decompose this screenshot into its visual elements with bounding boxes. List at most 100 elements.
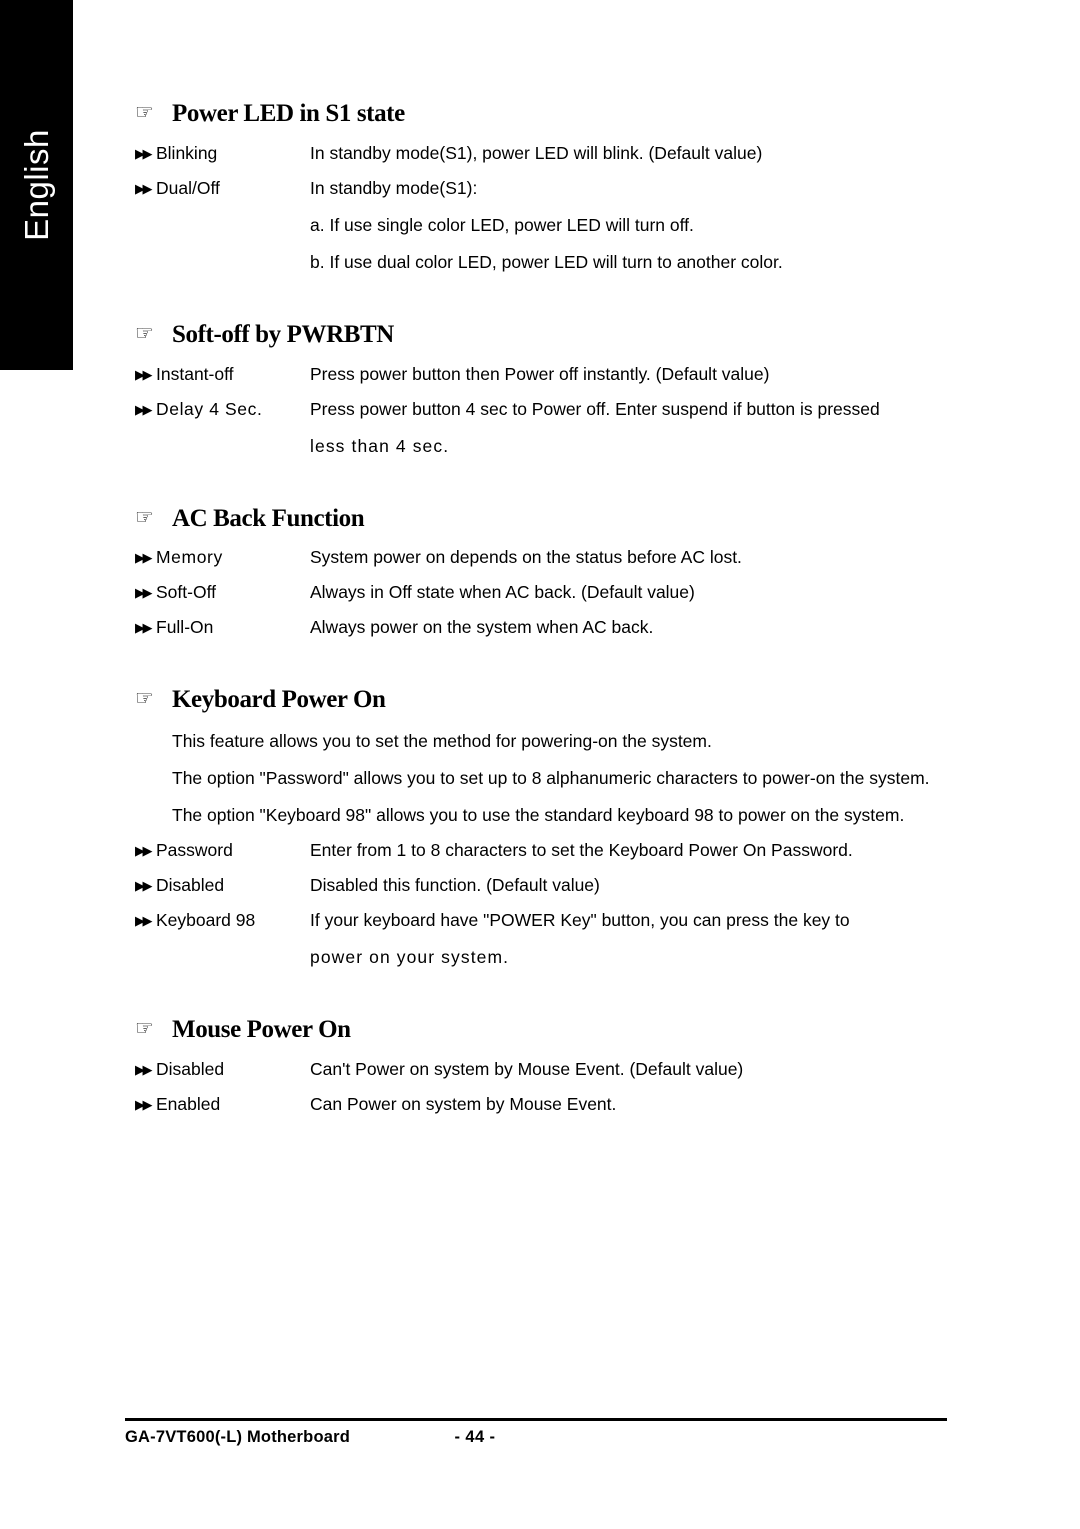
option-description-text: In standby mode(S1), power LED will blin… <box>310 142 763 163</box>
option-description: In standby mode(S1), power LED will blin… <box>310 143 950 164</box>
section-title-text: Power LED in S1 state <box>172 100 405 127</box>
section-heading-ac-back-function: ☞ AC Back Function <box>135 505 950 534</box>
section-title-text: Keyboard Power On <box>172 686 386 714</box>
pointing-hand-icon: ☞ <box>135 320 154 345</box>
option-row: ▶▶ Password Enter from 1 to 8 characters t… <box>135 840 950 861</box>
option-description: Press power button then Power off instan… <box>310 364 950 385</box>
option-label: ▶▶ Instant-off <box>135 364 310 385</box>
double-triangle-bullet-icon: ▶▶ <box>135 146 153 162</box>
manual-page: English ☞ Power LED in S1 state ▶▶ Blinking… <box>0 0 1080 1529</box>
option-row: ▶▶ Full-On Always power on the system when… <box>135 617 950 638</box>
option-description-text: Always power on the system when AC back. <box>310 617 654 638</box>
footer-divider <box>125 1418 947 1421</box>
double-triangle-bullet-icon: ▶▶ <box>135 586 153 602</box>
option-description-text: Can't Power on system by Mouse Event. (D… <box>310 1058 744 1079</box>
section-title-text: Soft-off by PWRBTN <box>172 320 394 348</box>
option-row: ▶▶ Delay 4 Sec. Press power button 4 sec t… <box>135 399 950 457</box>
option-description-text: System power on depends on the status be… <box>310 547 742 568</box>
option-label-text: Dual/Off <box>156 177 220 198</box>
option-description-continuation: less than 4 sec. <box>310 435 450 456</box>
section-paragraph: The option "Password" allows you to set … <box>172 768 930 788</box>
option-row: ▶▶ Memory System power on depends on the s… <box>135 547 950 568</box>
pointing-hand-icon: ☞ <box>135 504 154 529</box>
option-label: ▶▶ Dual/Off <box>135 178 310 199</box>
option-description: Can Power on system by Mouse Event. <box>310 1094 950 1115</box>
option-label: ▶▶ Disabled <box>135 875 310 896</box>
section-heading-mouse-power-on: ☞ Mouse Power On <box>135 1016 950 1045</box>
option-description: Disabled this function. (Default value) <box>310 875 950 896</box>
option-description-text: Press power button then Power off instan… <box>310 363 770 384</box>
double-triangle-bullet-icon: ▶▶ <box>135 844 153 859</box>
option-row: ▶▶ Instant-off Press power button then Pow… <box>135 364 950 385</box>
option-description-continuation: a. If use single color LED, power LED wi… <box>310 214 694 235</box>
option-description-text: In standby mode(S1): <box>310 177 478 198</box>
option-row: ▶▶ Disabled Disabled this function. (Defau… <box>135 875 950 896</box>
option-row: ▶▶ Blinking In standby mode(S1), power LED… <box>135 143 950 164</box>
option-description-text: Can Power on system by Mouse Event. <box>310 1093 617 1114</box>
section-ac-back-function: ☞ AC Back Function ▶▶ Memory System power on… <box>135 505 950 639</box>
language-tab: English <box>0 0 73 370</box>
option-label-text: Memory <box>156 547 223 568</box>
option-description: Press power button 4 sec to Power off. E… <box>310 399 950 457</box>
footer-row: GA-7VT600(-L) Motherboard - 44 - <box>125 1428 947 1452</box>
option-label-text: Disabled <box>156 875 225 895</box>
option-description: In standby mode(S1): a. If use single col… <box>310 178 950 273</box>
option-row: ▶▶ Disabled Can't Power on system by Mouse… <box>135 1059 950 1080</box>
option-description: Enter from 1 to 8 characters to set the … <box>310 840 950 861</box>
section-soft-off-pwrbtn: ☞ Soft-off by PWRBTN ▶▶ Instant-off Press po… <box>135 321 950 457</box>
option-label-text: Keyboard 98 <box>156 910 256 930</box>
option-description-continuation: power on your system. <box>310 947 510 967</box>
double-triangle-bullet-icon: ▶▶ <box>135 551 153 567</box>
option-label-text: Disabled <box>156 1058 225 1079</box>
option-row: ▶▶ Enabled Can Power on system by Mouse Ev… <box>135 1094 950 1115</box>
pointing-hand-icon: ☞ <box>135 686 154 711</box>
option-description: Can't Power on system by Mouse Event. (D… <box>310 1059 950 1080</box>
option-label: ▶▶ Keyboard 98 <box>135 910 310 931</box>
section-heading-power-led-s1: ☞ Power LED in S1 state <box>135 100 950 129</box>
option-description: System power on depends on the status be… <box>310 547 950 568</box>
option-label-text: Full-On <box>156 617 214 638</box>
option-description-text: Enter from 1 to 8 characters to set the … <box>310 840 853 860</box>
option-label: ▶▶ Enabled <box>135 1094 310 1115</box>
option-description: Always power on the system when AC back. <box>310 617 950 638</box>
double-triangle-bullet-icon: ▶▶ <box>135 181 153 197</box>
section-title-text: Mouse Power On <box>172 1016 351 1043</box>
option-label: ▶▶ Delay 4 Sec. <box>135 399 310 420</box>
double-triangle-bullet-icon: ▶▶ <box>135 1062 153 1078</box>
pointing-hand-icon: ☞ <box>135 100 154 124</box>
option-description-text: If your keyboard have "POWER Key" button… <box>310 910 850 930</box>
option-row: ▶▶ Soft-Off Always in Off state when AC ba… <box>135 582 950 603</box>
option-label: ▶▶ Password <box>135 840 310 861</box>
double-triangle-bullet-icon: ▶▶ <box>135 402 153 418</box>
section-heading-soft-off-pwrbtn: ☞ Soft-off by PWRBTN <box>135 321 950 350</box>
option-row: ▶▶ Keyboard 98 If your keyboard have "POWE… <box>135 910 950 968</box>
section-keyboard-power-on: ☞ Keyboard Power On This feature allows yo… <box>135 686 950 968</box>
option-label: ▶▶ Full-On <box>135 617 310 638</box>
option-description-text: Disabled this function. (Default value) <box>310 875 600 895</box>
section-paragraph: The option "Keyboard 98" allows you to u… <box>172 805 905 825</box>
section-power-led-s1: ☞ Power LED in S1 state ▶▶ Blinking In stand… <box>135 100 950 273</box>
option-description-text: Always in Off state when AC back. (Defau… <box>310 582 695 603</box>
option-description: Always in Off state when AC back. (Defau… <box>310 582 950 603</box>
option-description: If your keyboard have "POWER Key" button… <box>310 910 950 968</box>
option-label-text: Delay 4 Sec. <box>156 398 263 419</box>
option-label: ▶▶ Blinking <box>135 143 310 164</box>
double-triangle-bullet-icon: ▶▶ <box>135 621 153 637</box>
option-label: ▶▶ Memory <box>135 547 310 568</box>
double-triangle-bullet-icon: ▶▶ <box>135 914 153 929</box>
option-label-text: Soft-Off <box>156 582 216 603</box>
option-label: ▶▶ Disabled <box>135 1059 310 1080</box>
language-tab-label: English <box>17 129 55 241</box>
section-heading-keyboard-power-on: ☞ Keyboard Power On <box>135 686 950 715</box>
section-title-text: AC Back Function <box>172 504 365 532</box>
option-label-text: Instant-off <box>156 363 234 384</box>
option-description-continuation: b. If use dual color LED, power LED will… <box>310 251 783 272</box>
double-triangle-bullet-icon: ▶▶ <box>135 879 153 894</box>
option-description-text: Press power button 4 sec to Power off. E… <box>310 398 880 419</box>
page-footer: GA-7VT600(-L) Motherboard - 44 - <box>125 1418 947 1452</box>
pointing-hand-icon: ☞ <box>135 1016 154 1040</box>
double-triangle-bullet-icon: ▶▶ <box>135 367 153 383</box>
option-label: ▶▶ Soft-Off <box>135 582 310 603</box>
section-paragraph: This feature allows you to set the metho… <box>172 731 712 751</box>
option-label-text: Blinking <box>156 142 218 163</box>
